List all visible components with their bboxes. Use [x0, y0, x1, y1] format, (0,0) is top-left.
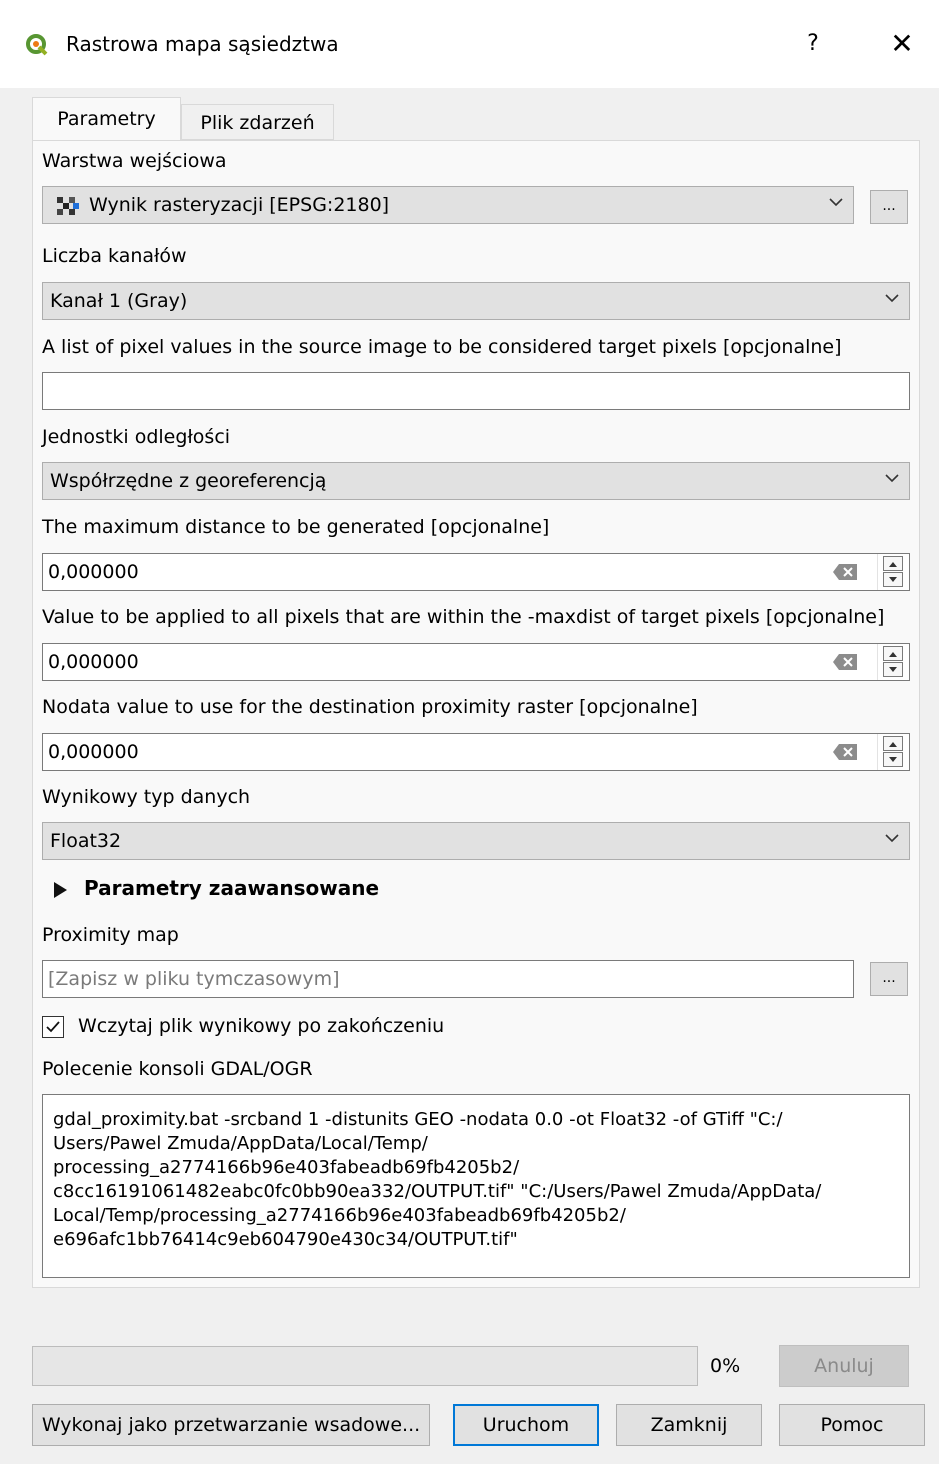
progress-bar — [32, 1346, 698, 1386]
help-button[interactable]: Pomoc — [779, 1404, 925, 1446]
clear-icon[interactable] — [833, 653, 859, 671]
nodata-label: Nodata value to use for the destination … — [42, 696, 698, 718]
spin-down-icon[interactable] — [883, 752, 903, 767]
qgis-logo-icon — [26, 34, 48, 56]
output-placeholder: [Zapisz w pliku tymczasowym] — [48, 968, 340, 990]
spin-up-icon[interactable] — [883, 736, 903, 751]
batch-process-button[interactable]: Wykonaj jako przetwarzanie wsadowe... — [32, 1404, 430, 1446]
band-value: Kanał 1 (Gray) — [50, 290, 188, 312]
target-values-input[interactable] — [42, 372, 910, 410]
chevron-down-icon — [829, 198, 843, 207]
spin-down-icon[interactable] — [883, 662, 903, 677]
output-browse-button[interactable]: ... — [870, 962, 908, 996]
checkmark-icon — [46, 1021, 60, 1033]
run-button[interactable]: Uruchom — [453, 1404, 599, 1446]
data-type-value: Float32 — [50, 830, 122, 852]
load-output-checkbox[interactable] — [42, 1016, 64, 1038]
spin-up-icon[interactable] — [883, 556, 903, 571]
nodata-value: 0,000000 — [48, 741, 139, 763]
console-command-text[interactable]: gdal_proximity.bat -srcband 1 -distunits… — [42, 1094, 910, 1278]
expand-triangle-icon — [54, 882, 67, 898]
target-values-label: A list of pixel values in the source ima… — [42, 336, 842, 358]
raster-layer-icon — [57, 197, 79, 215]
close-window-button[interactable]: ✕ — [882, 26, 922, 62]
nodata-spinbox[interactable]: 0,000000 — [42, 733, 910, 771]
console-line: processing_a2774166b96e403fabeadb69fb420… — [53, 1157, 520, 1178]
help-title-button[interactable]: ? — [796, 26, 830, 62]
distance-units-label: Jednostki odległości — [42, 426, 231, 448]
input-layer-value: Wynik rasteryzacji [EPSG:2180] — [89, 194, 390, 216]
window-title: Rastrowa mapa sąsiedztwa — [66, 32, 339, 56]
band-label: Liczba kanałów — [42, 245, 187, 267]
advanced-parameters-label: Parametry zaawansowane — [84, 876, 380, 900]
max-distance-value: 0,000000 — [48, 561, 139, 583]
input-layer-combo[interactable]: Wynik rasteryzacji [EPSG:2180] — [42, 186, 854, 224]
console-line: Users/Pawel Zmuda/AppData/Local/Temp/ — [53, 1133, 428, 1154]
data-type-combo[interactable]: Float32 — [42, 822, 910, 860]
spin-down-icon[interactable] — [883, 572, 903, 587]
clear-icon[interactable] — [833, 563, 859, 581]
console-line: e696afc1bb76414c9eb604790e430c34/OUTPUT.… — [53, 1229, 518, 1250]
input-layer-label: Warstwa wejściowa — [42, 150, 227, 172]
title-bar: Rastrowa mapa sąsiedztwa ? ✕ — [0, 0, 939, 88]
input-layer-browse-button[interactable]: ... — [870, 190, 908, 224]
close-button[interactable]: Zamknij — [616, 1404, 762, 1446]
spin-up-icon[interactable] — [883, 646, 903, 661]
console-label: Polecenie konsoli GDAL/OGR — [42, 1058, 313, 1080]
progress-percent: 0% — [710, 1355, 741, 1377]
chevron-down-icon — [885, 474, 899, 483]
tab-log[interactable]: Plik zdarzeń — [181, 104, 334, 140]
console-line: gdal_proximity.bat -srcband 1 -distunits… — [53, 1109, 783, 1130]
spin-arrows[interactable] — [877, 734, 910, 770]
max-distance-label: The maximum distance to be generated [op… — [42, 516, 550, 538]
distance-units-value: Współrzędne z georeferencją — [50, 470, 327, 492]
band-combo[interactable]: Kanał 1 (Gray) — [42, 282, 910, 320]
spin-arrows[interactable] — [877, 644, 910, 680]
replace-value-spinbox[interactable]: 0,000000 — [42, 643, 910, 681]
max-distance-spinbox[interactable]: 0,000000 — [42, 553, 910, 591]
chevron-down-icon — [885, 834, 899, 843]
replace-value-value: 0,000000 — [48, 651, 139, 673]
clear-icon[interactable] — [833, 743, 859, 761]
console-line: c8cc16191061482eabc0fc0bb90ea332/OUTPUT.… — [53, 1181, 822, 1202]
output-label: Proximity map — [42, 924, 179, 946]
data-type-label: Wynikowy typ danych — [42, 786, 251, 808]
cancel-button[interactable]: Anuluj — [779, 1345, 909, 1387]
replace-value-label: Value to be applied to all pixels that a… — [42, 606, 885, 628]
spin-arrows[interactable] — [877, 554, 910, 590]
tab-parameters[interactable]: Parametry — [32, 97, 181, 141]
chevron-down-icon — [885, 294, 899, 303]
load-output-label[interactable]: Wczytaj plik wynikowy po zakończeniu — [78, 1015, 444, 1037]
console-line: Local/Temp/processing_a2774166b96e403fab… — [53, 1205, 626, 1226]
distance-units-combo[interactable]: Współrzędne z georeferencją — [42, 462, 910, 500]
output-file-input[interactable]: [Zapisz w pliku tymczasowym] — [42, 960, 854, 998]
